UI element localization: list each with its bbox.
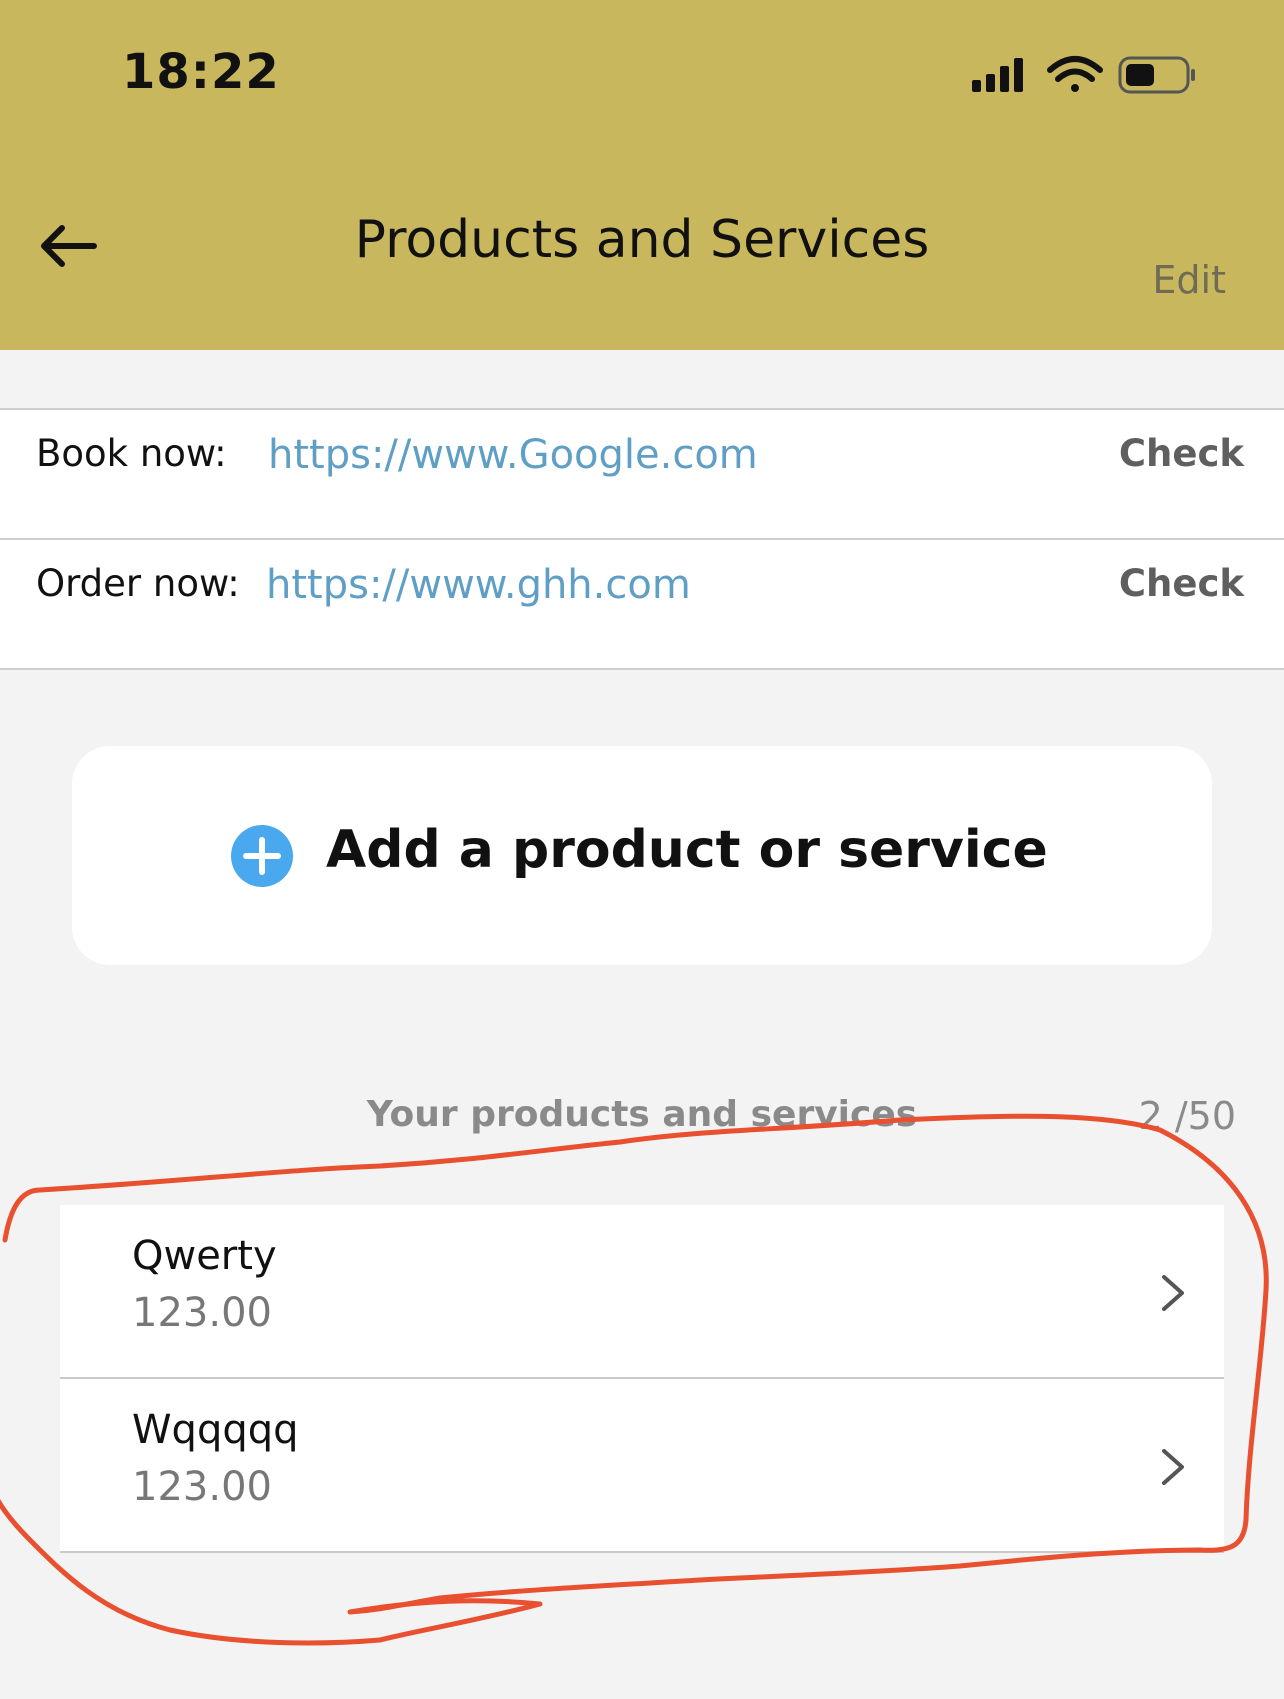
products-count: 2 /50 (1138, 1094, 1236, 1138)
product-item-qwerty[interactable]: Qwerty 123.00 (60, 1205, 1224, 1379)
products-section-title: Your products and services (366, 1094, 918, 1135)
book-now-label: Book now: (36, 432, 227, 475)
product-item-wqqqqq[interactable]: Wqqqqq 123.00 (60, 1379, 1224, 1553)
add-product-button[interactable]: Add a product or service (72, 746, 1212, 965)
order-now-check-button[interactable]: Check (1119, 562, 1244, 605)
order-now-row: Order now: https://www.ghh.com Check (0, 538, 1284, 670)
products-list: Qwerty 123.00 Wqqqqq 123.00 (60, 1205, 1224, 1553)
edit-button[interactable]: Edit (1152, 258, 1226, 302)
product-name: Wqqqqq (132, 1407, 299, 1453)
order-now-url[interactable]: https://www.ghh.com (266, 562, 691, 608)
product-price: 123.00 (132, 1290, 272, 1336)
add-product-label: Add a product or service (326, 820, 1048, 880)
battery-icon (1118, 56, 1195, 94)
product-price: 123.00 (132, 1464, 272, 1510)
order-now-label: Order now: (36, 562, 240, 605)
chevron-right-icon (1162, 1449, 1184, 1485)
app-header: 18:22 Products and Services Edit (0, 0, 1284, 350)
status-time: 18:22 (122, 44, 280, 100)
book-now-check-button[interactable]: Check (1119, 432, 1244, 475)
plus-circle-icon (231, 825, 293, 887)
chevron-right-icon (1162, 1275, 1184, 1311)
page-title: Products and Services (354, 210, 930, 270)
wifi-icon (1047, 56, 1103, 92)
signal-icon (972, 58, 1023, 92)
product-name: Qwerty (132, 1233, 277, 1279)
book-now-row: Book now: https://www.Google.com Check (0, 408, 1284, 538)
status-icons (972, 56, 1195, 94)
book-now-url[interactable]: https://www.Google.com (268, 432, 758, 478)
